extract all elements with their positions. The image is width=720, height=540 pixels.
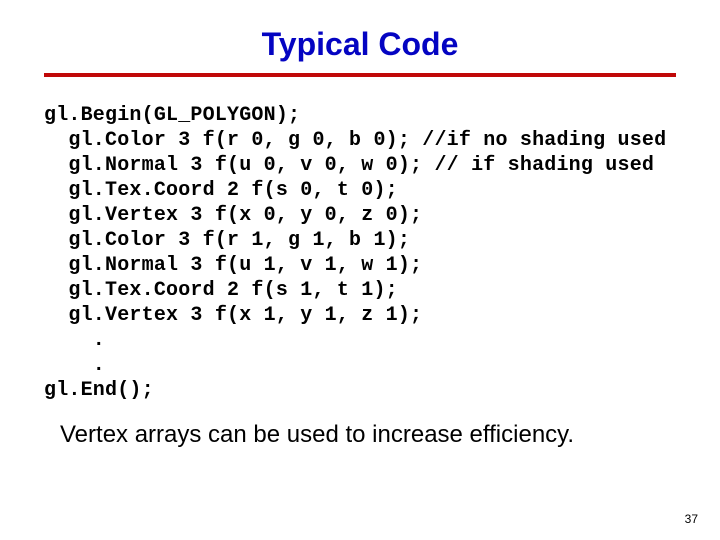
code-line: gl.Vertex 3 f(x 0, y 0, z 0); — [44, 204, 422, 227]
code-block: gl.Begin(GL_POLYGON); gl.Color 3 f(r 0, … — [44, 103, 676, 403]
page-title: Typical Code — [44, 26, 676, 63]
footer-text: Vertex arrays can be used to increase ef… — [60, 421, 676, 449]
code-line: gl.Normal 3 f(u 0, v 0, w 0); // if shad… — [44, 154, 654, 177]
code-line: gl.Vertex 3 f(x 1, y 1, z 1); — [44, 304, 422, 327]
page-number: 37 — [685, 512, 698, 526]
code-line: gl.End(); — [44, 379, 154, 402]
code-line: gl.Tex.Coord 2 f(s 0, t 0); — [44, 179, 398, 202]
code-line: . — [44, 329, 105, 352]
title-underline — [44, 73, 676, 77]
slide: Typical Code gl.Begin(GL_POLYGON); gl.Co… — [0, 0, 720, 540]
code-line: gl.Normal 3 f(u 1, v 1, w 1); — [44, 254, 422, 277]
code-line: gl.Color 3 f(r 1, g 1, b 1); — [44, 229, 410, 252]
code-line: . — [44, 354, 105, 377]
code-line: gl.Begin(GL_POLYGON); — [44, 104, 300, 127]
code-line: gl.Color 3 f(r 0, g 0, b 0); //if no sha… — [44, 129, 666, 152]
code-line: gl.Tex.Coord 2 f(s 1, t 1); — [44, 279, 398, 302]
